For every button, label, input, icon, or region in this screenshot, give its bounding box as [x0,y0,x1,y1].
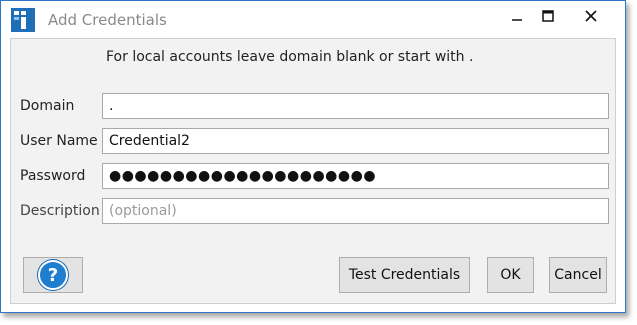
add-credentials-window: Add Credentials For local accounts leave… [0,0,626,313]
domain-input[interactable]: . [102,93,609,119]
password-label: Password [20,168,86,184]
password-input[interactable]: ●●●●●●●●●●●●●●●●●●●●● [102,163,609,189]
cancel-button[interactable]: Cancel [549,257,607,293]
app-logo-icon [11,8,35,32]
help-icon: ? [38,260,68,290]
dialog-body: For local accounts leave domain blank or… [10,38,616,304]
test-credentials-button[interactable]: Test Credentials [339,257,470,293]
close-button[interactable] [569,1,613,31]
title-bar[interactable]: Add Credentials [1,1,625,38]
maximize-icon [542,10,554,22]
minimize-icon [512,19,522,21]
description-label: Description [20,203,100,219]
close-icon [585,10,597,22]
ok-button[interactable]: OK [487,257,534,293]
maximize-button[interactable] [526,1,570,31]
username-label: User Name [20,133,98,149]
domain-hint-text: For local accounts leave domain blank or… [106,49,474,65]
username-input[interactable]: Credential2 [102,128,609,154]
window-title: Add Credentials [48,11,167,29]
domain-label: Domain [20,98,75,114]
description-input[interactable]: (optional) [102,198,609,224]
help-button[interactable]: ? [23,257,83,293]
